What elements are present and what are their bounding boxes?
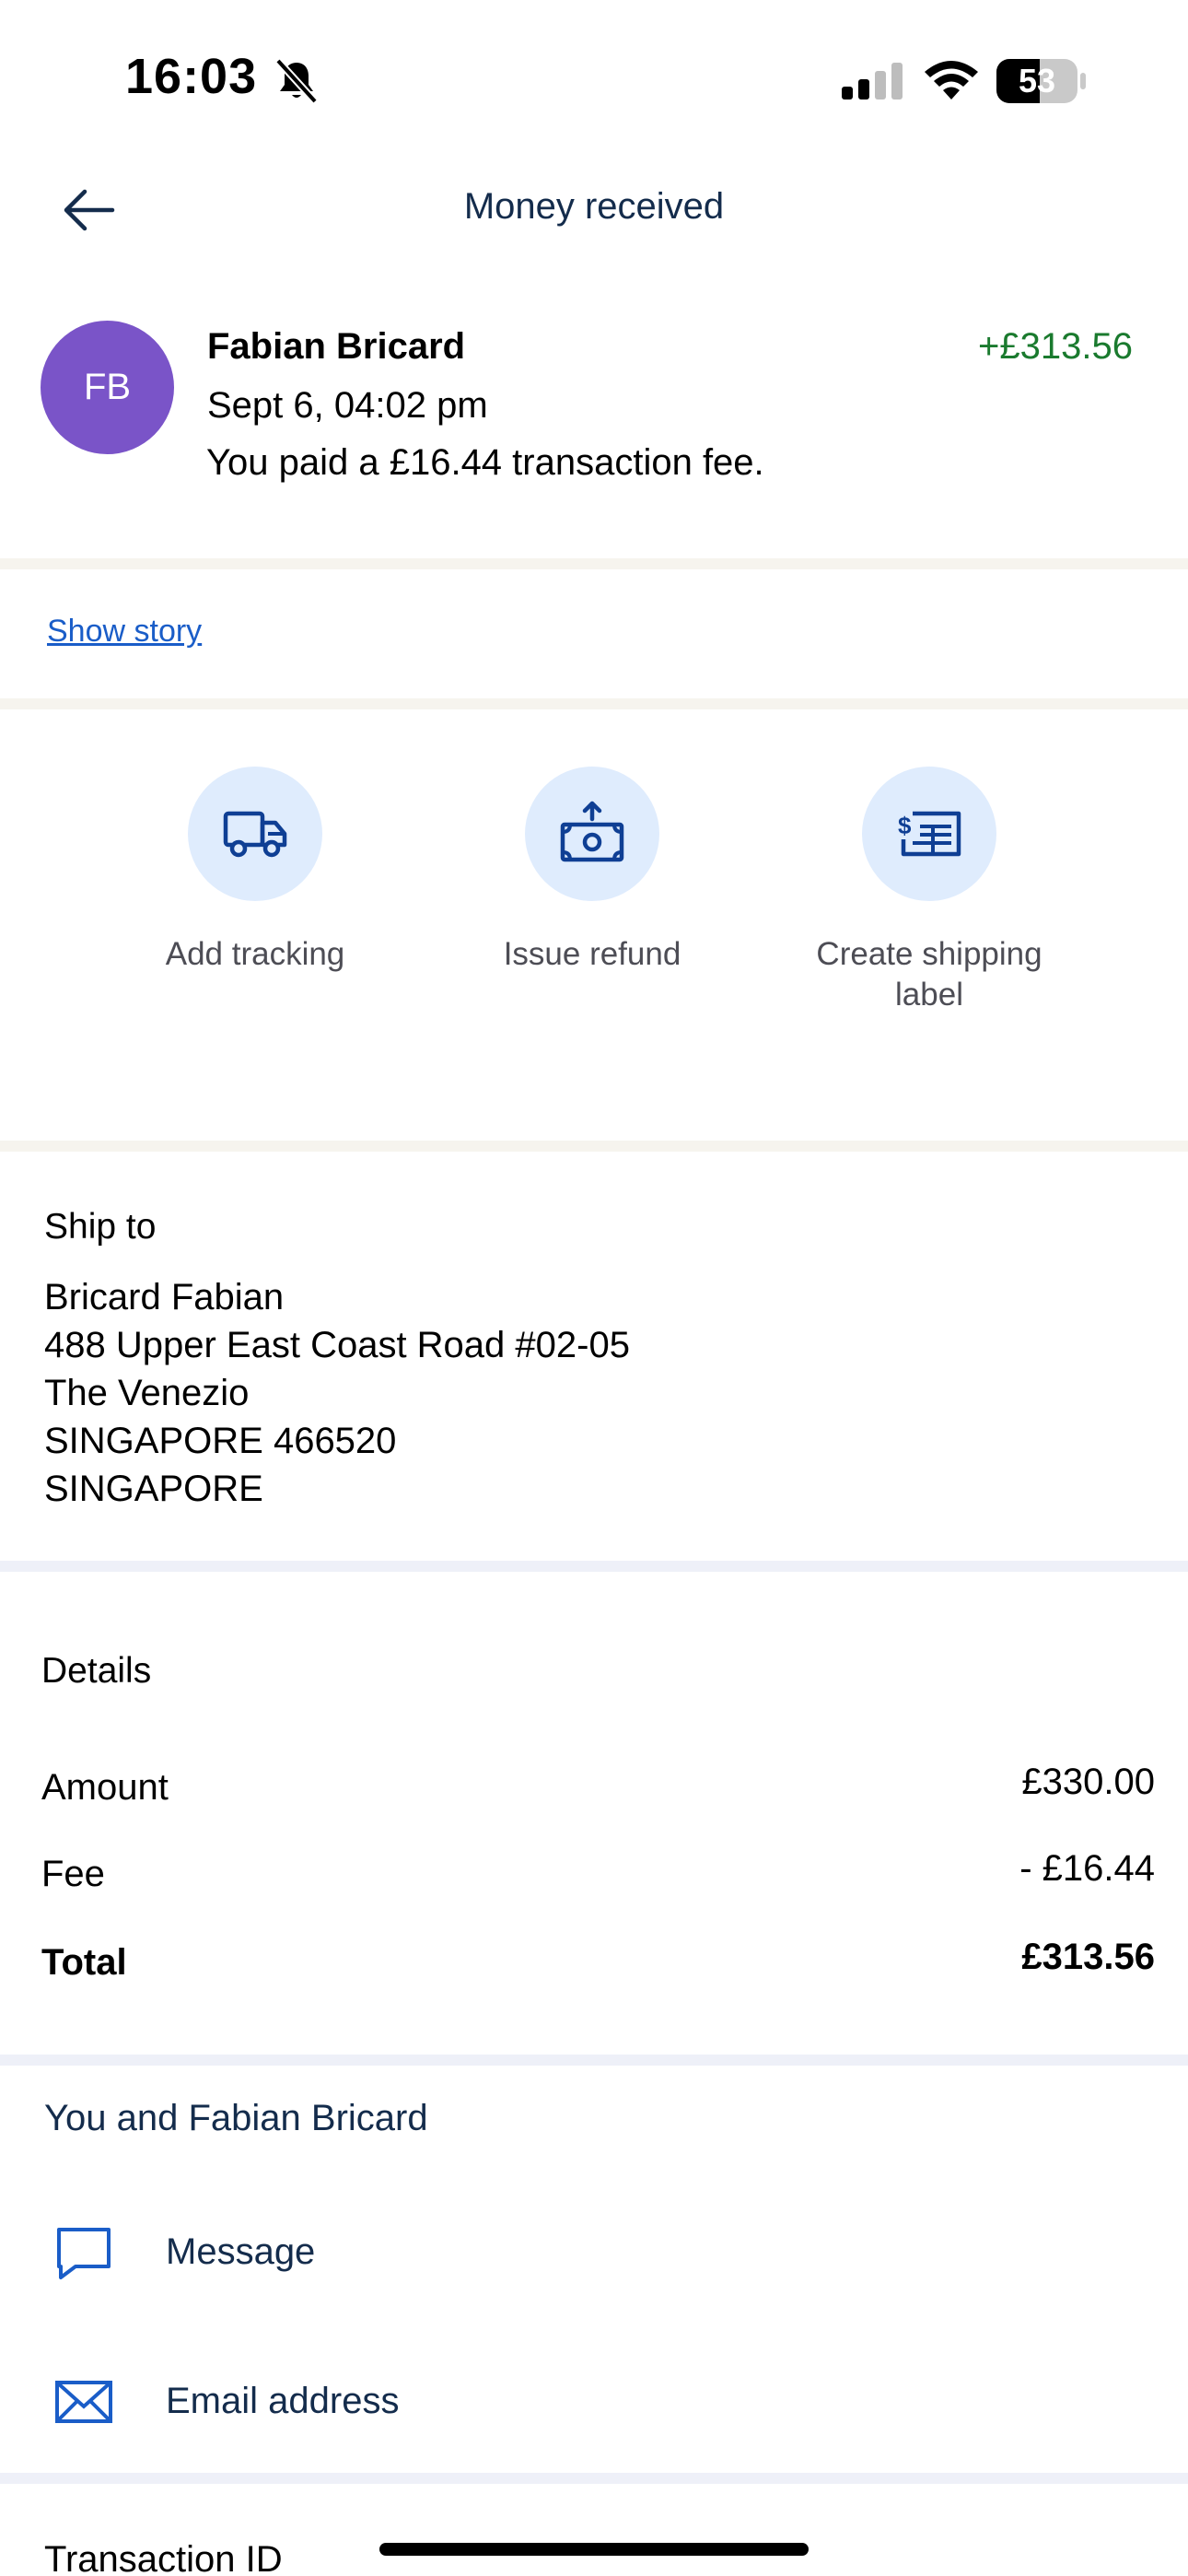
create-shipping-label-circle[interactable]: $ (862, 767, 996, 901)
total-value: £313.56 (1021, 1937, 1155, 1977)
fee-note: You paid a £16.44 transaction fee. (206, 442, 764, 483)
transaction-id-label: Transaction ID (44, 2539, 283, 2576)
shipping-label-icon: $ (898, 811, 961, 857)
email-row[interactable]: Email address (0, 2351, 1188, 2453)
bell-muted-icon (275, 58, 318, 104)
details-heading: Details (41, 1651, 152, 1691)
address-line: The Venezio (44, 1373, 250, 1413)
create-shipping-label-label: Create shipping label (816, 936, 1042, 1013)
message-row[interactable]: Message (0, 2202, 1188, 2303)
email-label: Email address (166, 2381, 400, 2421)
fee-value: - £16.44 (1019, 1848, 1155, 1889)
amount-label: Amount (41, 1767, 169, 1808)
show-story-link[interactable]: Show story (47, 614, 202, 650)
address-line: SINGAPORE (44, 1469, 263, 1509)
add-tracking-circle[interactable] (188, 767, 322, 901)
home-indicator[interactable] (379, 2543, 809, 2556)
total-label: Total (41, 1942, 127, 1983)
refund-cash-icon (560, 801, 624, 862)
divider (0, 1141, 1188, 1152)
envelope-icon (55, 2381, 112, 2423)
battery-percent: 53 (1018, 62, 1056, 100)
transaction-date: Sept 6, 04:02 pm (207, 385, 488, 426)
address-line: Bricard Fabian (44, 1277, 285, 1317)
divider (0, 2055, 1188, 2066)
received-amount: +£313.56 (978, 326, 1133, 367)
avatar: FB (41, 321, 174, 454)
fee-label: Fee (41, 1854, 105, 1894)
issue-refund-label: Issue refund (503, 936, 681, 972)
address-line: SINGAPORE 466520 (44, 1421, 397, 1461)
divider (0, 558, 1188, 569)
message-label: Message (166, 2231, 316, 2272)
chat-bubble-icon (57, 2228, 111, 2279)
truck-icon (223, 811, 287, 858)
create-shipping-label-button[interactable]: $ Create shipping label (786, 767, 1072, 1015)
divider (0, 2473, 1188, 2484)
contact-heading: You and Fabian Bricard (44, 2098, 428, 2138)
divider (0, 698, 1188, 709)
divider (0, 1561, 1188, 1572)
svg-text:$: $ (898, 812, 912, 839)
status-bar: 16:03 53 (0, 0, 1188, 157)
ship-to-heading: Ship to (44, 1207, 157, 1247)
page-title: Money received (463, 186, 725, 227)
payer-name[interactable]: Fabian Bricard (207, 326, 465, 368)
issue-refund-button[interactable]: Issue refund (449, 767, 735, 975)
address-line: 488 Upper East Coast Road #02-05 (44, 1325, 630, 1365)
amount-value: £330.00 (1021, 1762, 1155, 1802)
status-time: 16:03 (125, 49, 258, 104)
issue-refund-circle[interactable] (525, 767, 659, 901)
add-tracking-label: Add tracking (165, 936, 345, 972)
wifi-icon (925, 61, 978, 100)
battery-indicator: 53 (996, 59, 1086, 103)
cellular-signal-icon (842, 63, 903, 100)
add-tracking-button[interactable]: Add tracking (112, 767, 398, 975)
